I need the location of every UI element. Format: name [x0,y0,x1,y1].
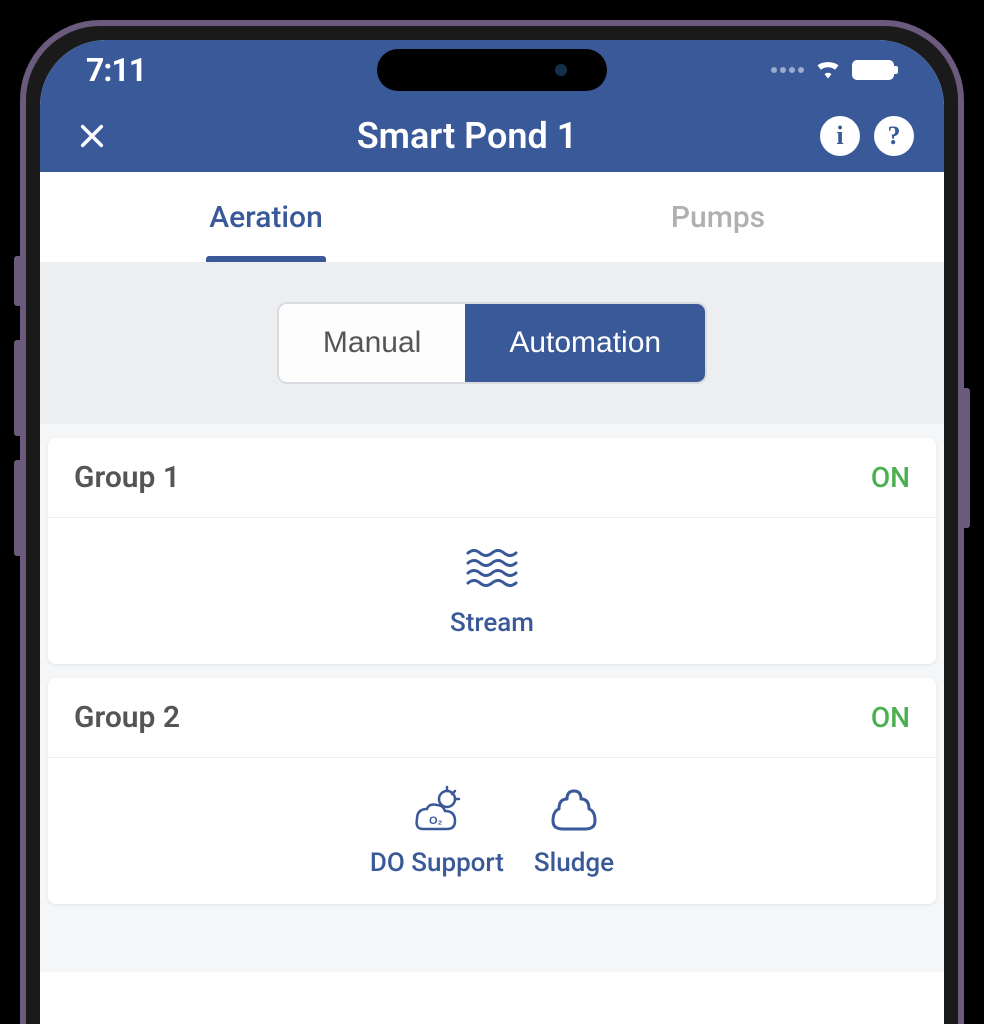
sludge-icon [544,782,604,838]
tab-label: Pumps [671,200,765,235]
group-card[interactable]: Group 2 ON O₂ [48,678,936,904]
signal-icon [771,67,804,73]
group-name: Group 1 [74,460,180,495]
group-card[interactable]: Group 1 ON Stream [48,438,936,664]
wifi-icon [814,57,842,83]
group-name: Group 2 [74,700,180,735]
group-body: O₂ DO Support Sludge [48,758,936,904]
phone-screen: 7:11 Smart Pond 1 i ? [40,40,944,1024]
header-actions: i ? [820,116,914,156]
mode-toggle: Manual Automation [277,302,707,384]
feature-sludge[interactable]: Sludge [534,782,614,878]
feature-do-support[interactable]: O₂ DO Support [370,782,504,878]
tab-aeration[interactable]: Aeration [40,172,492,262]
phone-frame: 7:11 Smart Pond 1 i ? [20,20,964,1024]
camera-dot [555,64,567,76]
page-title: Smart Pond 1 [357,115,578,157]
status-icons [771,57,894,83]
waves-icon [462,542,522,598]
automation-mode-button[interactable]: Automation [465,304,705,382]
feature-label: DO Support [370,848,504,878]
feature-label: Stream [450,608,534,638]
group-status: ON [871,701,910,734]
status-time: 7:11 [86,51,146,89]
tabs: Aeration Pumps [40,172,944,262]
status-bar: 7:11 [40,40,944,100]
tab-label: Aeration [209,200,323,235]
notch [377,49,607,91]
tab-pumps[interactable]: Pumps [492,172,944,262]
app-header: Smart Pond 1 i ? [40,100,944,172]
group-header: Group 1 ON [48,438,936,518]
battery-icon [852,60,894,80]
group-header: Group 2 ON [48,678,936,758]
info-button[interactable]: i [820,116,860,156]
help-button[interactable]: ? [874,116,914,156]
do-support-icon: O₂ [407,782,467,838]
group-body: Stream [48,518,936,664]
close-button[interactable] [70,122,114,150]
feature-stream[interactable]: Stream [450,542,534,638]
svg-text:O₂: O₂ [429,815,443,827]
mode-section: Manual Automation [40,262,944,424]
manual-mode-button[interactable]: Manual [279,304,465,382]
content-area: Aeration Pumps Manual Automation Group 1… [40,172,944,972]
feature-label: Sludge [534,848,614,878]
group-status: ON [871,461,910,494]
